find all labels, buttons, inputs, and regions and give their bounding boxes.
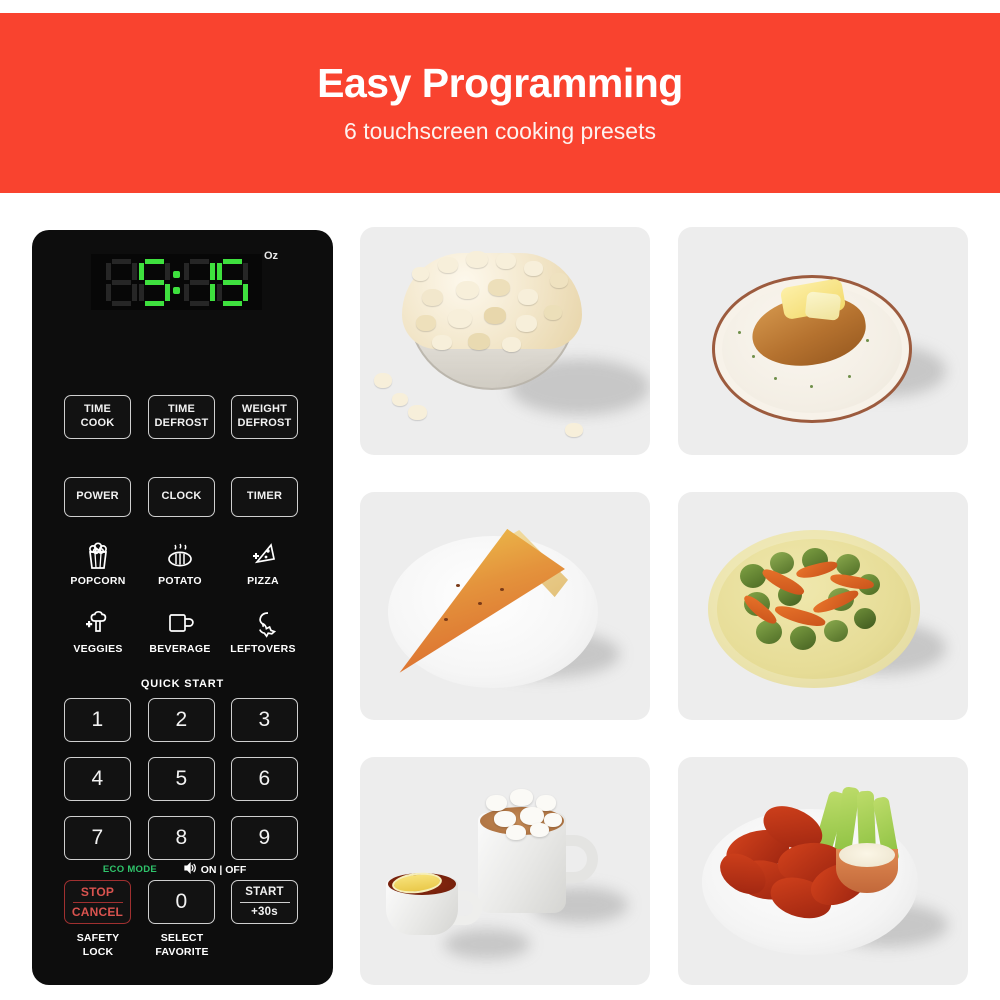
start-label: START bbox=[245, 886, 284, 899]
baked-potato-photo bbox=[678, 227, 968, 455]
chicken-wings-photo bbox=[678, 757, 968, 985]
keypad-0-button[interactable]: 0 bbox=[148, 880, 215, 924]
safety-lock-line1: SAFETY bbox=[76, 932, 120, 944]
ranch-dip bbox=[839, 843, 895, 867]
cancel-label: CANCEL bbox=[71, 904, 124, 919]
led-digit-4 bbox=[216, 258, 248, 306]
stray-popcorn-kernel bbox=[565, 423, 583, 437]
safety-lock-label: SAFETY LOCK bbox=[57, 932, 139, 959]
keypad-2-button[interactable]: 2 bbox=[148, 698, 215, 742]
keypad-4-label: 4 bbox=[91, 766, 104, 790]
power-label: POWER bbox=[76, 490, 119, 503]
preset-beverage-button[interactable]: BEVERAGE bbox=[139, 610, 221, 655]
keypad-8-button[interactable]: 8 bbox=[148, 816, 215, 860]
page-title: Easy Programming bbox=[317, 60, 683, 107]
header-banner: Easy Programming 6 touchscreen cooking p… bbox=[0, 13, 1000, 193]
weight-defrost-label-line2: DEFROST bbox=[237, 417, 292, 429]
time-cook-label-line1: TIME bbox=[83, 403, 112, 416]
select-favorite-line2: FAVORITE bbox=[155, 945, 209, 958]
time-cook-label-line2: COOK bbox=[80, 417, 115, 429]
led-digit-1 bbox=[105, 258, 137, 306]
stop-cancel-button[interactable]: STOP CANCEL bbox=[64, 880, 131, 924]
mug-icon bbox=[166, 610, 194, 638]
stop-label: STOP bbox=[80, 884, 115, 899]
beverages-photo bbox=[360, 757, 650, 985]
clock-label: CLOCK bbox=[161, 490, 202, 503]
stray-popcorn-kernel bbox=[408, 405, 427, 420]
keypad-5-button[interactable]: 5 bbox=[148, 757, 215, 801]
keypad-6-label: 6 bbox=[258, 766, 271, 790]
preset-popcorn-label: POPCORN bbox=[70, 575, 126, 587]
oz-indicator: Oz bbox=[264, 250, 279, 262]
weight-defrost-button[interactable]: WEIGHT DEFROST bbox=[231, 395, 298, 439]
start-button[interactable]: START +30s bbox=[231, 880, 298, 924]
led-colon bbox=[171, 259, 183, 306]
stray-popcorn-kernel bbox=[374, 373, 392, 388]
preset-beverage-label: BEVERAGE bbox=[149, 643, 211, 655]
led-display bbox=[91, 254, 262, 310]
keypad-9-label: 9 bbox=[258, 825, 271, 849]
cup-shadow bbox=[444, 929, 530, 959]
keypad-7-label: 7 bbox=[91, 825, 104, 849]
keypad-1-label: 1 bbox=[91, 707, 104, 731]
timer-label: TIMER bbox=[246, 490, 283, 503]
preset-pizza-label: PIZZA bbox=[247, 575, 279, 587]
microwave-control-panel: Oz TIME COOK TIME DEFROST WEIGHT DEFROST… bbox=[32, 230, 333, 985]
keypad-2-label: 2 bbox=[175, 707, 188, 731]
preset-pizza-button[interactable]: PIZZA bbox=[222, 542, 304, 587]
keypad-3-label: 3 bbox=[258, 707, 271, 731]
butter-pat-2 bbox=[804, 291, 842, 321]
keypad-0-label: 0 bbox=[175, 889, 188, 913]
pizza-photo bbox=[360, 492, 650, 720]
time-defrost-label-line2: DEFROST bbox=[154, 417, 209, 429]
keypad-1-button[interactable]: 1 bbox=[64, 698, 131, 742]
eco-mode-label: ECO MODE bbox=[102, 864, 158, 875]
timer-button[interactable]: TIMER bbox=[231, 477, 298, 517]
popcorn-icon bbox=[85, 542, 111, 570]
roasted-vegetables-photo bbox=[678, 492, 968, 720]
led-digit-2 bbox=[138, 258, 170, 306]
keypad-7-button[interactable]: 7 bbox=[64, 816, 131, 860]
quick-start-label: QUICK START bbox=[140, 678, 225, 690]
start-plus30-label: +30s bbox=[251, 905, 278, 918]
power-button[interactable]: POWER bbox=[64, 477, 131, 517]
broccoli-icon bbox=[82, 610, 114, 638]
chicken-leg-icon bbox=[249, 610, 277, 638]
preset-veggies-label: VEGGIES bbox=[73, 643, 123, 655]
keypad-3-button[interactable]: 3 bbox=[231, 698, 298, 742]
popcorn-photo bbox=[360, 227, 650, 455]
sound-toggle-label: ON | OFF bbox=[200, 863, 247, 876]
keypad-9-button[interactable]: 9 bbox=[231, 816, 298, 860]
safety-lock-line2: LOCK bbox=[82, 945, 114, 958]
stray-popcorn-kernel bbox=[392, 393, 408, 406]
page-subtitle: 6 touchscreen cooking presets bbox=[344, 117, 656, 144]
time-defrost-button[interactable]: TIME DEFROST bbox=[148, 395, 215, 439]
pizza-icon bbox=[248, 542, 278, 570]
led-digit-3 bbox=[183, 258, 215, 306]
clock-button[interactable]: CLOCK bbox=[148, 477, 215, 517]
sound-toggle[interactable]: ON | OFF bbox=[175, 862, 255, 877]
preset-popcorn-button[interactable]: POPCORN bbox=[57, 542, 139, 587]
time-cook-button[interactable]: TIME COOK bbox=[64, 395, 131, 439]
preset-leftovers-label: LEFTOVERS bbox=[230, 643, 296, 655]
weight-defrost-label-line1: WEIGHT bbox=[241, 403, 288, 416]
select-favorite-label: SELECT FAVORITE bbox=[141, 932, 223, 959]
select-favorite-line1: SELECT bbox=[160, 932, 204, 944]
keypad-4-button[interactable]: 4 bbox=[64, 757, 131, 801]
preset-veggies-button[interactable]: VEGGIES bbox=[57, 610, 139, 655]
preset-leftovers-button[interactable]: LEFTOVERS bbox=[222, 610, 304, 655]
keypad-5-label: 5 bbox=[175, 766, 188, 790]
keypad-6-button[interactable]: 6 bbox=[231, 757, 298, 801]
led-digits bbox=[91, 254, 262, 310]
potato-icon bbox=[165, 542, 195, 570]
preset-potato-button[interactable]: POTATO bbox=[139, 542, 221, 587]
time-defrost-label-line1: TIME bbox=[167, 403, 196, 416]
preset-potato-label: POTATO bbox=[158, 575, 202, 587]
speaker-icon bbox=[184, 862, 197, 877]
keypad-8-label: 8 bbox=[175, 825, 188, 849]
